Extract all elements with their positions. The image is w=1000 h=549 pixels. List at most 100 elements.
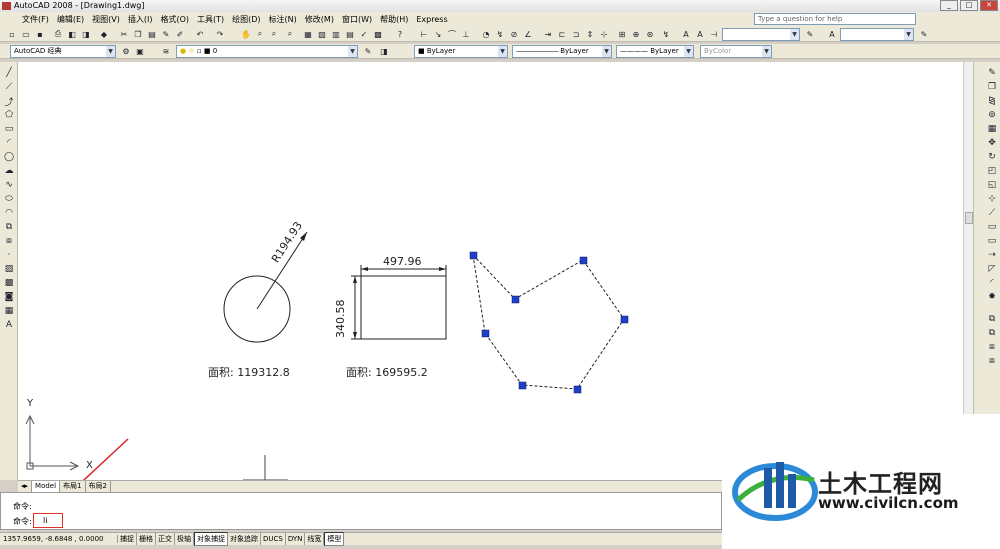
menu-window[interactable]: 窗口(W)	[338, 12, 376, 27]
jogged-linear-icon[interactable]: ↯	[660, 28, 672, 40]
grip-point[interactable]	[573, 385, 582, 394]
publish-icon[interactable]: ◨	[80, 28, 92, 40]
menu-dimension[interactable]: 标注(N)	[265, 12, 301, 27]
dimedit-icon[interactable]: A	[680, 28, 692, 40]
explode-icon[interactable]: ✸	[986, 291, 998, 303]
arc-icon[interactable]: ◜	[3, 137, 15, 149]
zoom-window-icon[interactable]: ⌕	[268, 28, 280, 40]
ordinate-dim-icon[interactable]: ⊥	[460, 28, 472, 40]
lineweight-combo[interactable]: ———— ByLayer ▼	[616, 45, 694, 58]
autocad-app-icon[interactable]	[2, 2, 11, 10]
plotstyle-combo[interactable]: ByColor ▼	[700, 45, 772, 58]
help-search-input[interactable]: Type a question for help	[754, 13, 916, 25]
polygon-icon[interactable]: ⬠	[3, 109, 15, 121]
tab-layout2[interactable]: 布局2	[86, 481, 111, 492]
scale-icon[interactable]: ◰	[986, 165, 998, 177]
copy-object-icon[interactable]: ❐	[986, 81, 998, 93]
design-center-icon[interactable]: ▧	[316, 28, 328, 40]
zoom-previous-icon[interactable]: ⌕	[284, 28, 296, 40]
make-current-icon[interactable]: ✎	[362, 45, 374, 57]
radius-dim-icon[interactable]: ◔	[480, 28, 492, 40]
break-at-point-icon[interactable]: ▭	[986, 221, 998, 233]
text-style-icon[interactable]: A	[826, 28, 838, 40]
fillet-icon[interactable]: ◜	[986, 277, 998, 289]
quickcalc-icon[interactable]: ▩	[372, 28, 384, 40]
hatch-icon[interactable]: ▨	[3, 263, 15, 275]
break-icon[interactable]: ▭	[986, 235, 998, 247]
rotate-icon[interactable]: ↻	[986, 151, 998, 163]
markup-icon[interactable]: ✓	[358, 28, 370, 40]
line-icon[interactable]: ╱	[3, 67, 15, 79]
menu-help[interactable]: 帮助(H)	[376, 12, 412, 27]
grip-point[interactable]	[511, 295, 520, 304]
arc-length-icon[interactable]: ⌒	[446, 28, 458, 40]
grid-toggle[interactable]: 栅格	[137, 533, 156, 545]
zoom-realtime-icon[interactable]: ⌕	[254, 28, 266, 40]
draworder-front-icon[interactable]: ⧉	[986, 313, 998, 325]
move-icon[interactable]: ✥	[986, 137, 998, 149]
layer-manager-icon[interactable]: ≋	[160, 45, 172, 57]
restore-button[interactable]: □	[960, 0, 978, 11]
match-properties-icon[interactable]: ✎	[160, 28, 172, 40]
layer-combo[interactable]: ● ☼ ▫ ■ 0 ▼	[176, 45, 358, 58]
coordinate-readout[interactable]: 1357.9659, -8.6848 , 0.0000	[0, 535, 118, 543]
polyline-icon[interactable]: ⤴	[3, 95, 15, 108]
erase-icon[interactable]: ✎	[986, 67, 998, 79]
workspace-settings-icon[interactable]: ⚙	[120, 45, 132, 57]
copy-icon[interactable]: ❐	[132, 28, 144, 40]
dyn-toggle[interactable]: DYN	[286, 533, 306, 545]
aligned-dim-icon[interactable]: ↘	[432, 28, 444, 40]
ellipse-icon[interactable]: ⬭	[3, 193, 15, 205]
tab-layout1[interactable]: 布局1	[60, 481, 86, 492]
table-icon[interactable]: ▦	[3, 305, 15, 317]
workspace-combo[interactable]: AutoCAD 经典 ▼	[10, 45, 116, 58]
pan-icon[interactable]: ✋	[240, 28, 252, 40]
new-icon[interactable]: ▫	[6, 28, 18, 40]
draworder-above-icon[interactable]: ⧈	[986, 341, 998, 353]
osnap-toggle[interactable]: 对象捕捉	[194, 532, 228, 546]
jogged-dim-icon[interactable]: ↯	[494, 28, 506, 40]
tool-palettes-icon[interactable]: ▥	[330, 28, 342, 40]
stretch-icon[interactable]: ◱	[986, 179, 998, 191]
quick-dim-icon[interactable]: ⇥	[542, 28, 554, 40]
continue-dim-icon[interactable]: ⊐	[570, 28, 582, 40]
menu-file[interactable]: 文件(F)	[18, 12, 53, 27]
menu-draw[interactable]: 绘图(D)	[228, 12, 264, 27]
extend-icon[interactable]: ⟋	[986, 207, 998, 219]
diameter-dim-icon[interactable]: ⊘	[508, 28, 520, 40]
tolerance-icon[interactable]: ⊞	[616, 28, 628, 40]
dim-break-icon[interactable]: ⊹	[598, 28, 610, 40]
grip-point[interactable]	[620, 315, 629, 324]
insert-block-icon[interactable]: ⧉	[3, 221, 15, 233]
point-icon[interactable]: ·	[3, 249, 15, 261]
save-icon[interactable]: ▪	[34, 28, 46, 40]
rectangle-icon[interactable]: ▭	[3, 123, 15, 135]
ortho-toggle[interactable]: 正交	[156, 533, 175, 545]
snap-toggle[interactable]: 捕捉	[118, 533, 137, 545]
grip-point[interactable]	[579, 256, 588, 265]
linear-dim-icon[interactable]: ⊢	[418, 28, 430, 40]
plot-icon[interactable]: ⎙	[52, 28, 64, 40]
tab-nav-arrows-icon[interactable]: ◂▸	[18, 481, 33, 492]
menu-format[interactable]: 格式(O)	[156, 12, 193, 27]
center-mark-icon[interactable]: ⊕	[630, 28, 642, 40]
mirror-icon[interactable]: ⧎	[986, 95, 998, 107]
rectangle-entity[interactable]	[360, 275, 447, 340]
menu-tools[interactable]: 工具(T)	[193, 12, 228, 27]
join-icon[interactable]: ⇢	[986, 249, 998, 261]
grip-point[interactable]	[469, 251, 478, 260]
undo-icon[interactable]: ↶	[194, 28, 206, 40]
dimtedit-icon[interactable]: A	[694, 28, 706, 40]
trim-icon[interactable]: ⊹	[986, 193, 998, 205]
ellipse-arc-icon[interactable]: ◠	[3, 207, 15, 219]
menu-edit[interactable]: 编辑(E)	[53, 12, 88, 27]
scrollbar-thumb[interactable]	[965, 212, 973, 224]
chamfer-icon[interactable]: ◸	[986, 263, 998, 275]
make-block-icon[interactable]: ⧈	[3, 235, 15, 247]
paste-icon[interactable]: ▤	[146, 28, 158, 40]
lineweight-toggle[interactable]: 线宽	[305, 533, 325, 545]
redo-icon[interactable]: ↷	[214, 28, 226, 40]
offset-icon[interactable]: ⊚	[986, 109, 998, 121]
revision-cloud-icon[interactable]: ☁	[3, 165, 15, 177]
layer-previous-icon[interactable]: ◨	[378, 45, 390, 57]
